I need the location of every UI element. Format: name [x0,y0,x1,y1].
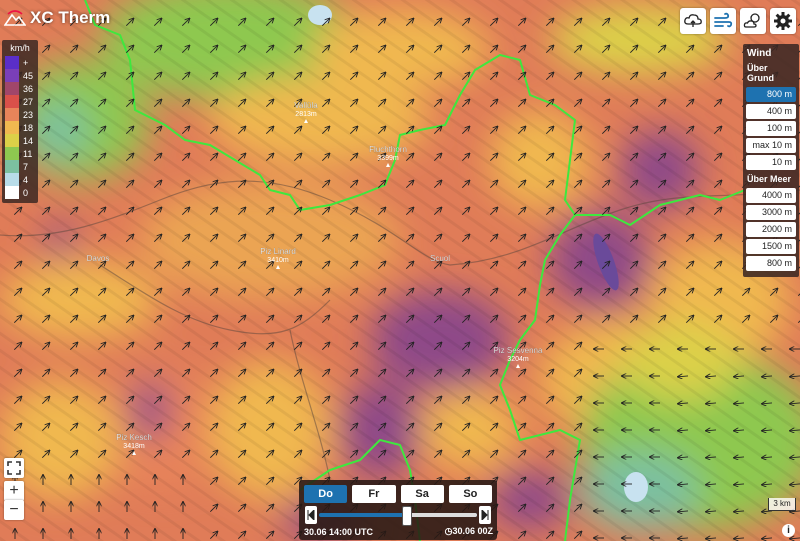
place-elevation: 2813m [295,111,317,118]
mountain-logo-icon [4,10,26,26]
skip-forward-icon [481,510,489,520]
place-name: Scuol [430,254,450,263]
legend-label: 45 [23,70,34,81]
place-name: Piz Linard [260,247,296,256]
legend-row: 18 [2,121,38,134]
info-button[interactable]: i [782,524,795,537]
legend-label: 14 [23,135,34,146]
scale-bar: 3 km [768,498,796,511]
wind-level-option[interactable]: 100 m [746,121,796,136]
legend-row: 0 [2,186,38,199]
settings-gear-icon [774,12,792,30]
legend-label: 7 [23,161,29,172]
legend-swatch [5,108,19,121]
app-title: XC Therm [30,8,111,27]
place-elevation: 3204m [507,356,529,363]
legend-row: 27 [2,95,38,108]
step-forward-button[interactable] [479,506,491,524]
legend-row: 36 [2,82,38,95]
legend-swatch [5,82,19,95]
legend-swatch [5,56,19,69]
place-name: Piz Sesvenna [494,346,543,355]
legend-swatch [5,95,19,108]
current-time-label: 30.06 14:00 UTC [304,527,374,537]
legend-row: 7 [2,160,38,173]
time-slider[interactable] [305,506,491,526]
legend-swatch [5,134,19,147]
time-control: Do Fr Sa So 30.06 14:00 UTC ◷30.06 00Z [299,480,497,540]
legend-label: 18 [23,122,34,133]
legend-label: 27 [23,96,34,107]
legend-label: 23 [23,109,34,120]
legend-row: 4 [2,173,38,186]
model-run-label: ◷30.06 00Z [444,526,493,536]
day-tab[interactable]: Do [304,485,348,503]
wind-panel-title: Wind [747,48,772,59]
legend-row: 14 [2,134,38,147]
cloud-thermal-icon [684,14,702,27]
legend-swatch [5,173,19,186]
app-logo[interactable]: XC Therm [4,8,110,28]
legend-label: + [23,57,29,68]
wind-level-option[interactable]: 800 m [746,256,796,271]
map-place-label: Scuol [430,254,451,263]
weather-icon [743,13,760,28]
legend-label: 0 [23,187,29,198]
step-back-button[interactable] [305,506,317,524]
legend-row: 11 [2,147,38,160]
place-elevation: 3399m [377,155,399,162]
weather-button[interactable] [740,8,766,34]
above-ground-heading: Über Grund [747,63,774,83]
map-place-label: Davos [87,254,110,263]
skip-back-icon [307,510,315,520]
day-tab[interactable]: Sa [400,485,444,503]
wind-level-option[interactable]: 4000 m [746,188,796,203]
fullscreen-button[interactable] [4,458,24,478]
layer-toolbar [680,8,796,34]
legend-label: 4 [23,174,29,185]
wind-level-option[interactable]: 400 m [746,104,796,119]
wind-level-option[interactable]: 800 m [746,87,796,102]
above-sea-heading: Über Meer [747,174,792,184]
legend-swatch [5,186,19,199]
legend-swatch [5,69,19,82]
wind-level-option[interactable]: max 10 m [746,138,796,153]
legend-row: 23 [2,108,38,121]
wind-layer-button[interactable] [710,8,736,34]
cloud-thermal-button[interactable] [680,8,706,34]
place-name: Vallüla [294,101,318,110]
wind-level-panel: Wind Über Grund 800 m 400 m 100 m max 10 m 1… [743,44,799,277]
place-name: Davos [87,254,110,263]
wind-level-option[interactable]: 1500 m [746,239,796,254]
zoom-in-button[interactable]: + [4,481,24,501]
fullscreen-icon [7,461,21,475]
legend-unit: km/h [10,43,30,53]
day-tab[interactable]: Fr [352,485,396,503]
legend-label: 36 [23,83,34,94]
legend-swatch [5,147,19,160]
wind-speed-legend: km/h +45 36 27 23 18 14 11 7 4 0 [2,40,38,203]
place-elevation: 3410m [267,257,289,264]
day-tab[interactable]: So [448,485,492,503]
wind-map[interactable]: Vallüla2813mFluchthorn3399mPiz Linard341… [0,0,800,541]
wind-level-option[interactable]: 10 m [746,155,796,170]
legend-label: 11 [23,148,33,159]
slider-track-remaining[interactable] [405,513,477,517]
legend-swatch [5,160,19,173]
wind-icon [714,12,733,28]
legend-swatch [5,121,19,134]
place-elevation: 3418m [123,443,145,450]
place-name: Piz Kesch [116,433,152,442]
place-name: Fluchthorn [369,145,407,154]
wind-level-option[interactable]: 3000 m [746,205,796,220]
legend-row: 45 [2,69,38,82]
settings-button[interactable] [770,8,796,34]
zoom-out-button[interactable]: − [4,500,24,520]
wind-level-option[interactable]: 2000 m [746,222,796,237]
legend-row: + [2,56,38,69]
slider-thumb[interactable] [401,506,412,526]
